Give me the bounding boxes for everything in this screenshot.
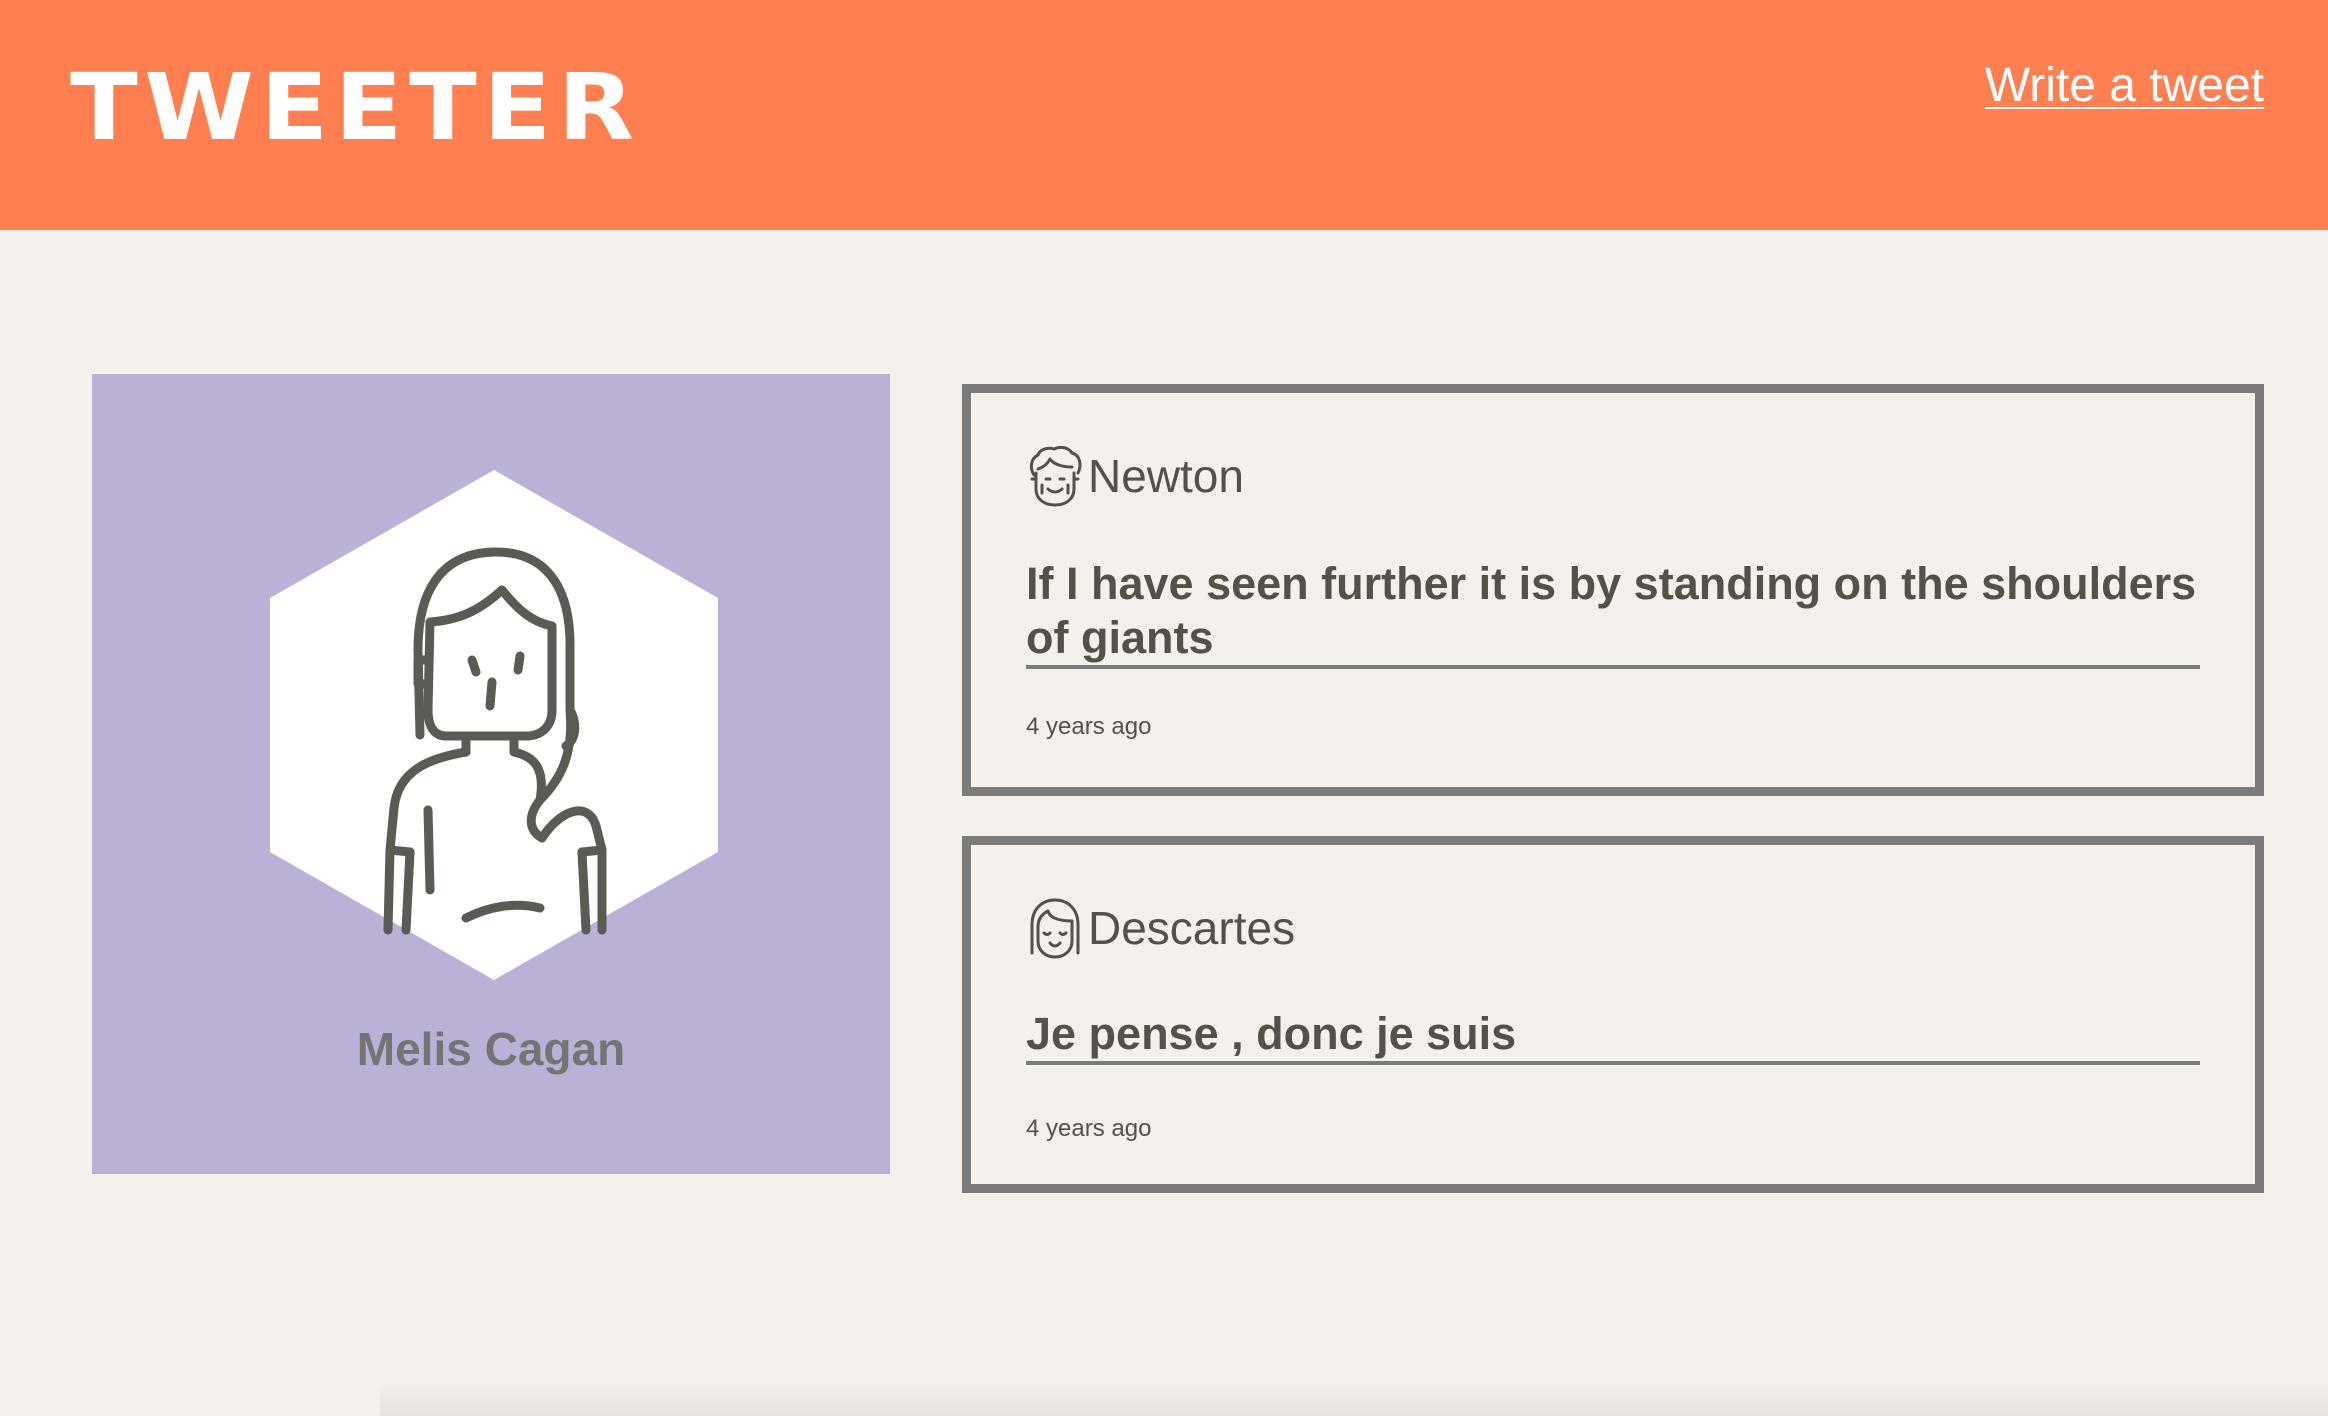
user-avatar-icon (270, 470, 718, 980)
app-logo[interactable]: TWEETER (70, 62, 641, 154)
profile-card: Melis Cagan (92, 374, 890, 1174)
bottom-shadow (380, 1380, 2328, 1416)
tweet-author[interactable]: Descartes (1088, 901, 1295, 955)
tweet-timestamp: 4 years ago (1026, 713, 1152, 740)
tweet-card: Descartes Je pense , donc je suis 4 year… (962, 836, 2264, 1193)
bangs-avatar-icon (1026, 897, 1084, 959)
header-bar: TWEETER Write a tweet (0, 0, 2328, 230)
tweet-header: Newton (1026, 445, 1244, 507)
profile-name: Melis Cagan (356, 1023, 626, 1075)
tweet-author[interactable]: Newton (1088, 449, 1244, 503)
tweet-timestamp: 4 years ago (1026, 1115, 1152, 1142)
curly-hair-avatar-icon (1026, 445, 1084, 507)
tweet-header: Descartes (1026, 897, 1295, 959)
tweet-text: Je pense , donc je suis (1026, 1007, 2200, 1065)
tweet-card: Newton If I have seen further it is by s… (962, 384, 2264, 796)
write-tweet-link[interactable]: Write a tweet (1985, 59, 2264, 113)
tweet-text: If I have seen further it is by standing… (1026, 557, 2200, 669)
